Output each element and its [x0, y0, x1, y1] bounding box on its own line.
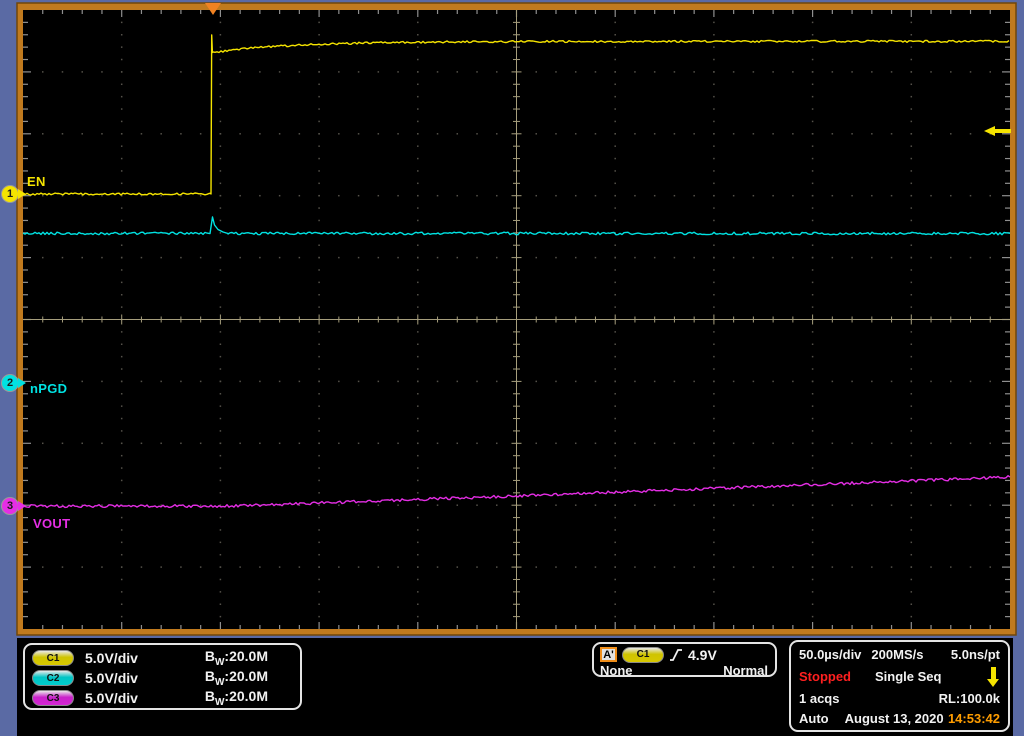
- channel1-chip[interactable]: C1: [32, 650, 74, 666]
- readout-bar: C1 5.0V/div BW:20.0M C2 5.0V/div BW:20.0…: [17, 638, 1013, 736]
- trigger-level-stem: [994, 129, 1011, 133]
- timebase-value[interactable]: 50.0µs/div: [799, 647, 861, 662]
- record-length: RL:100.0k: [938, 691, 1000, 707]
- trigger-mode-auto[interactable]: Auto: [799, 711, 829, 726]
- trigger-source-row: A' C1 4.9V: [600, 646, 768, 663]
- channel2-reference-arrow-icon: [18, 378, 26, 388]
- trigger-settings-panel[interactable]: A' C1 4.9V None Normal: [592, 642, 777, 678]
- oscilloscope-screen: { "colors": { "ch1": "#f5e400", "ch2": "…: [0, 0, 1024, 736]
- channel3-reference-badge[interactable]: 3: [1, 497, 19, 515]
- sample-rate: 200MS/s: [871, 647, 924, 662]
- channel3-settings-row[interactable]: C3 5.0V/div BW:20.0M: [32, 688, 300, 708]
- b-trigger-state[interactable]: None: [600, 663, 633, 678]
- rising-edge-slope-icon: [670, 648, 682, 661]
- waveform-position-icon: [987, 666, 1000, 687]
- acquisition-mode[interactable]: Single Seq: [875, 669, 941, 684]
- channel2-scale: 5.0V/div: [85, 670, 138, 686]
- channel2-waveform-label: nPGD: [30, 381, 68, 396]
- trigger-level-value: 4.9V: [688, 646, 717, 663]
- channel3-reference-arrow-icon: [18, 501, 26, 511]
- channel2-reference-badge[interactable]: 2: [1, 374, 19, 392]
- timebase-row: 50.0µs/div 200MS/s 5.0ns/pt: [799, 647, 1000, 662]
- channel1-reference-arrow-icon: [18, 189, 26, 199]
- trigger-level-marker-icon[interactable]: [984, 126, 1011, 136]
- acquisition-status-row: Stopped Single Seq: [799, 666, 1000, 687]
- trigger-position-marker-icon[interactable]: [205, 3, 221, 15]
- vertical-settings-panel[interactable]: C1 5.0V/div BW:20.0M C2 5.0V/div BW:20.0…: [23, 643, 302, 710]
- acquisition-count-row: 1 acqs RL:100.0k: [799, 691, 1000, 706]
- time-text: 14:53:42: [947, 710, 1000, 726]
- trigger-mode[interactable]: Normal: [723, 663, 768, 678]
- scope-graticule: [16, 2, 1017, 636]
- channel1-settings-row[interactable]: C1 5.0V/div BW:20.0M: [32, 648, 300, 668]
- horizontal-acquisition-panel[interactable]: 50.0µs/div 200MS/s 5.0ns/pt Stopped Sing…: [789, 640, 1010, 732]
- date-text: August 13, 2020: [844, 710, 944, 726]
- channel2-chip[interactable]: C2: [32, 670, 74, 686]
- sample-resolution: 5.0ns/pt: [950, 647, 1000, 662]
- trigger-a-badge[interactable]: A': [600, 647, 617, 662]
- trigger-mode-row: None Normal: [600, 663, 768, 678]
- channel3-scale: 5.0V/div: [85, 690, 138, 706]
- trigger-source-chip[interactable]: C1: [622, 646, 664, 663]
- datetime-row: Auto August 13, 2020 14:53:42: [799, 711, 1000, 726]
- channel3-chip[interactable]: C3: [32, 690, 74, 706]
- channel3-waveform-label: VOUT: [33, 516, 71, 531]
- channel3-bandwidth: BW:20.0M: [204, 688, 268, 708]
- channel1-reference-badge[interactable]: 1: [1, 185, 19, 203]
- channel1-waveform-label: EN: [27, 174, 46, 189]
- acquisition-count: 1 acqs: [799, 691, 840, 707]
- channel1-bandwidth: BW:20.0M: [204, 648, 268, 668]
- channel2-bandwidth: BW:20.0M: [204, 668, 268, 688]
- acquisition-status: Stopped: [799, 669, 851, 685]
- channel2-settings-row[interactable]: C2 5.0V/div BW:20.0M: [32, 668, 300, 688]
- channel1-scale: 5.0V/div: [85, 650, 138, 666]
